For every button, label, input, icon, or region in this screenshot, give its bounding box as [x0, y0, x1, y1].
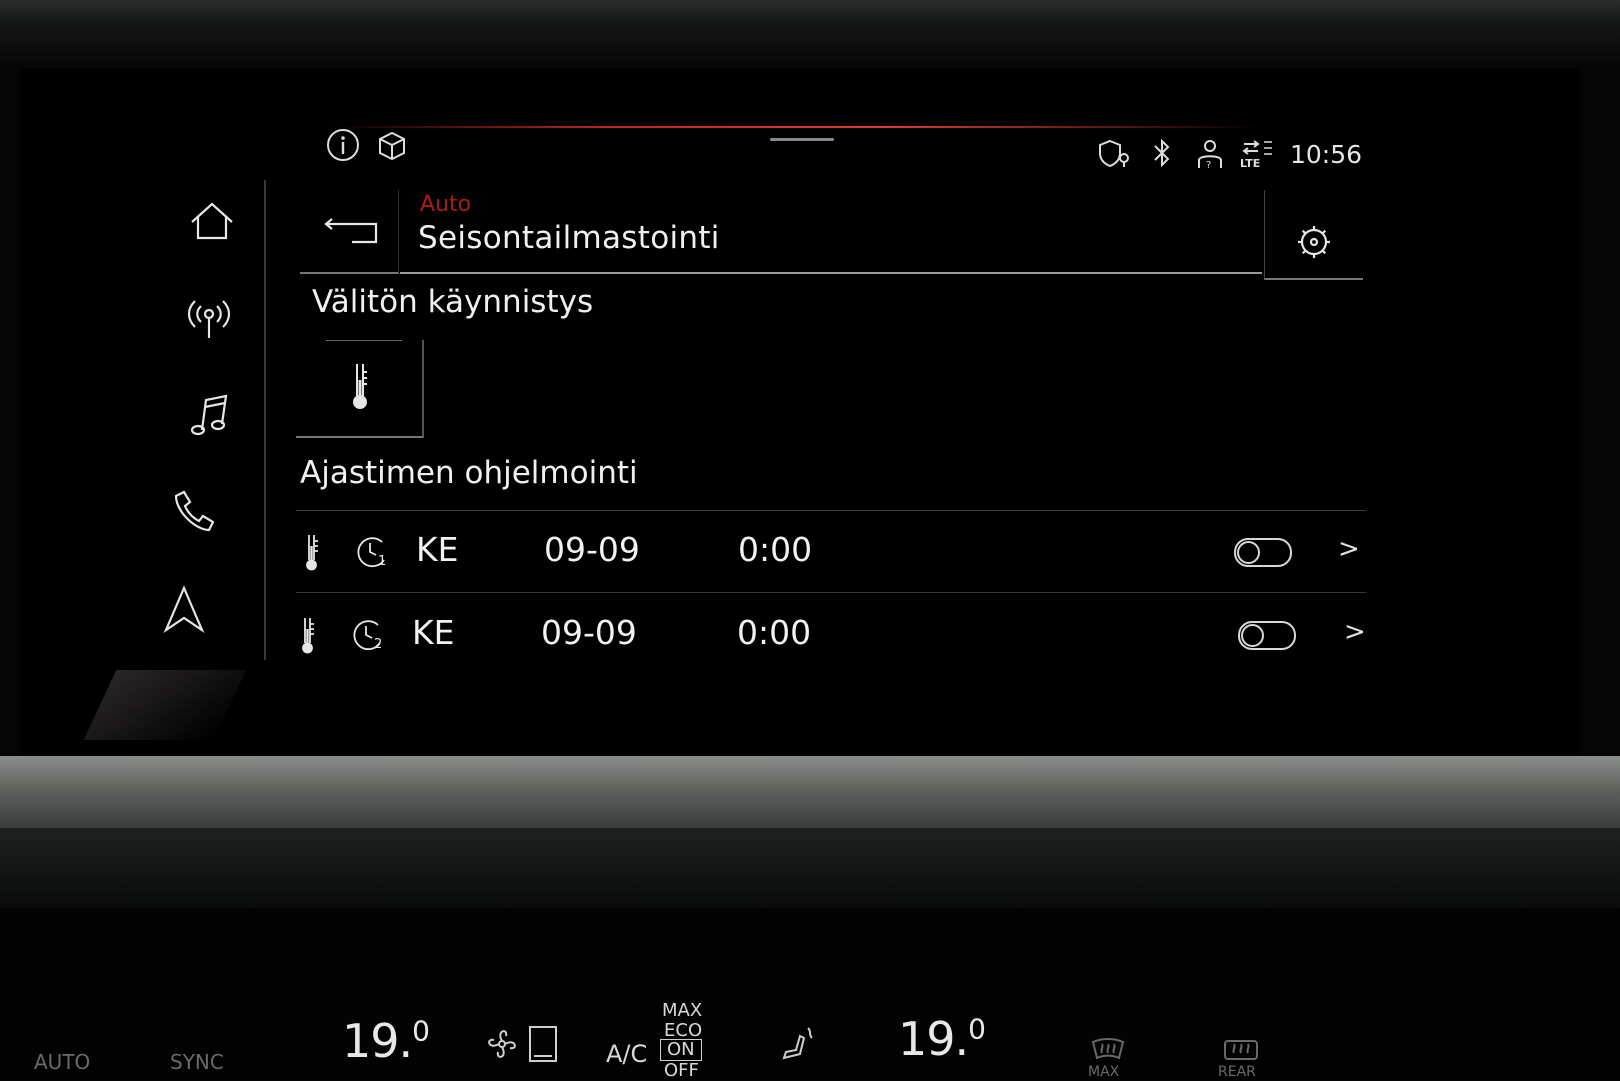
ac-off-label: OFF: [664, 1060, 699, 1081]
sidebar-item-media[interactable]: [168, 372, 266, 468]
timer-toggle[interactable]: [1234, 538, 1292, 567]
bluetooth-icon: [1152, 138, 1172, 168]
timer-row-2[interactable]: 2 KE 09-09 0:00 >: [296, 595, 1366, 675]
pull-down-handle[interactable]: [770, 138, 834, 141]
sync-button[interactable]: SYNC: [170, 1050, 224, 1074]
seat-heating-icon[interactable]: [778, 1024, 818, 1064]
dashboard-panel: [0, 828, 1620, 908]
user-profile-icon[interactable]: ?: [1196, 138, 1224, 170]
sidebar-item-navigation[interactable]: [163, 564, 266, 660]
music-note-icon: [188, 392, 232, 444]
page-title: Seisontailmastointi: [418, 220, 720, 256]
divider: [296, 510, 1366, 511]
navigation-arrow-icon: [162, 584, 206, 640]
timer-day: KE: [416, 530, 459, 569]
sidebar-item-phone[interactable]: [168, 468, 266, 564]
timer-time: 0:00: [738, 530, 813, 569]
auto-button[interactable]: AUTO: [34, 1050, 90, 1074]
timer-clock-icon: 1: [354, 534, 390, 570]
lte-data-icon: LTE: [1240, 138, 1274, 170]
ac-eco-label: ECO: [664, 1020, 703, 1041]
timer-day: KE: [412, 613, 455, 652]
sidebar-item-home[interactable]: [168, 180, 266, 276]
toggle-knob: [1241, 624, 1264, 647]
ac-button[interactable]: A/C: [606, 1040, 647, 1068]
timer-row-1[interactable]: 1 KE 09-09 0:00 >: [296, 512, 1361, 592]
lte-label: LTE: [1240, 157, 1261, 170]
timer-section-title: Ajastimen ohjelmointi: [300, 455, 638, 491]
sidebar-item-radio[interactable]: [168, 276, 266, 372]
timer-number: 1: [378, 554, 387, 569]
dashboard-trim: [0, 756, 1620, 828]
page-header: Auto Seisontailmastointi: [300, 190, 1363, 280]
info-icon[interactable]: [326, 128, 360, 162]
status-accent-line: [330, 126, 1260, 128]
timer-toggle[interactable]: [1238, 621, 1296, 650]
package-icon[interactable]: [376, 130, 408, 162]
left-temp-value: 19.: [342, 1014, 413, 1068]
thermometer-icon: [350, 360, 370, 412]
right-temp-decimal: 0: [968, 1012, 986, 1046]
chevron-right-icon[interactable]: >: [1338, 534, 1360, 564]
back-arrow-icon: [322, 216, 380, 248]
privacy-location-icon[interactable]: [1098, 138, 1132, 170]
timer-clock-icon: 2: [350, 617, 386, 653]
thermometer-icon: [304, 532, 320, 572]
left-temp-decimal: 0: [412, 1014, 430, 1048]
button-top-line: [326, 340, 402, 341]
timer-number: 2: [374, 637, 383, 652]
clock: 10:56: [1290, 140, 1363, 169]
breadcrumb[interactable]: Auto: [420, 192, 471, 217]
svg-text:?: ?: [1206, 160, 1211, 170]
phone-icon: [168, 488, 216, 540]
climate-control-bar: AUTO SYNC 19.0 A/C MAX ECO ON OFF 19.0 M…: [0, 908, 1620, 1081]
rear-defrost-label: REAR: [1218, 1064, 1256, 1080]
back-button[interactable]: [300, 190, 399, 274]
rear-defrost-icon[interactable]: [1222, 1038, 1260, 1062]
gear-icon: [1296, 224, 1332, 260]
settings-button[interactable]: [1264, 190, 1363, 280]
right-temperature[interactable]: 19.0: [898, 1012, 986, 1066]
right-temp-value: 19.: [898, 1012, 969, 1066]
windshield-defrost-icon[interactable]: [1090, 1038, 1126, 1062]
toggle-knob: [1237, 541, 1260, 564]
timer-time: 0:00: [737, 613, 812, 652]
timer-date: 09-09: [544, 530, 640, 569]
ac-max-label: MAX: [662, 1000, 703, 1021]
immediate-start-button[interactable]: [296, 340, 424, 438]
ac-on-label: ON: [660, 1039, 702, 1061]
left-temperature[interactable]: 19.0: [342, 1014, 430, 1068]
timer-date: 09-09: [541, 613, 637, 652]
divider: [296, 592, 1366, 593]
home-icon: [188, 200, 236, 248]
radio-antenna-icon: [184, 296, 234, 348]
immediate-start-title: Välitön käynnistys: [312, 284, 594, 320]
thermometer-icon: [300, 615, 316, 655]
fan-icon[interactable]: [482, 1024, 522, 1064]
bezel-top: [0, 0, 1620, 70]
seat-ventilation-icon[interactable]: [526, 1024, 560, 1064]
sidebar: [163, 180, 266, 670]
chevron-right-icon[interactable]: >: [1344, 617, 1366, 647]
max-defrost-label: MAX: [1088, 1064, 1120, 1080]
